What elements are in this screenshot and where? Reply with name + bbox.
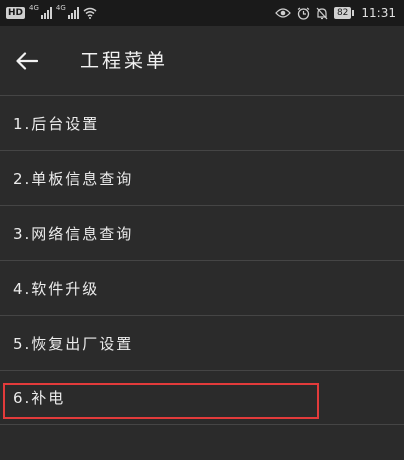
back-button[interactable] <box>12 46 42 76</box>
menu-item-recharge[interactable]: 6.补电 <box>0 370 404 425</box>
wifi-icon <box>83 7 97 19</box>
menu-item-board-info[interactable]: 2.单板信息查询 <box>0 150 404 205</box>
eye-icon <box>275 7 291 19</box>
signal-icon-2 <box>67 7 79 19</box>
menu-list: 1.后台设置 2.单板信息查询 3.网络信息查询 4.软件升级 5.恢复出厂设置… <box>0 95 404 425</box>
mute-icon <box>316 7 328 20</box>
arrow-left-icon <box>16 52 38 70</box>
status-right: 82 11:31 <box>275 4 396 22</box>
hd-badge: HD <box>6 7 26 19</box>
menu-item-label: 1.后台设置 <box>13 114 100 133</box>
menu-item-label: 5.恢复出厂设置 <box>13 334 134 353</box>
network-type-label: 4G <box>29 4 39 12</box>
app-bar: 工程菜单 <box>0 26 404 96</box>
page-title: 工程菜单 <box>80 50 169 72</box>
menu-item-label: 4.软件升级 <box>13 279 100 298</box>
menu-item-factory-reset[interactable]: 5.恢复出厂设置 <box>0 315 404 370</box>
menu-item-label: 6.补电 <box>13 389 66 407</box>
menu-item-label: 3.网络信息查询 <box>13 224 134 243</box>
status-left: HD 4G 4G <box>6 4 97 22</box>
status-bar: HD 4G 4G 82 11:31 <box>0 0 404 26</box>
battery-icon: 82 <box>333 7 355 19</box>
network-type-label-2: 4G <box>55 4 66 12</box>
signal-icon <box>40 7 52 19</box>
menu-item-label: 2.单板信息查询 <box>13 169 134 188</box>
menu-item-software-upgrade[interactable]: 4.软件升级 <box>0 260 404 315</box>
menu-item-background-settings[interactable]: 1.后台设置 <box>0 95 404 150</box>
alarm-icon <box>297 7 310 20</box>
menu-item-network-info[interactable]: 3.网络信息查询 <box>0 205 404 260</box>
status-time: 11:31 <box>361 6 396 20</box>
